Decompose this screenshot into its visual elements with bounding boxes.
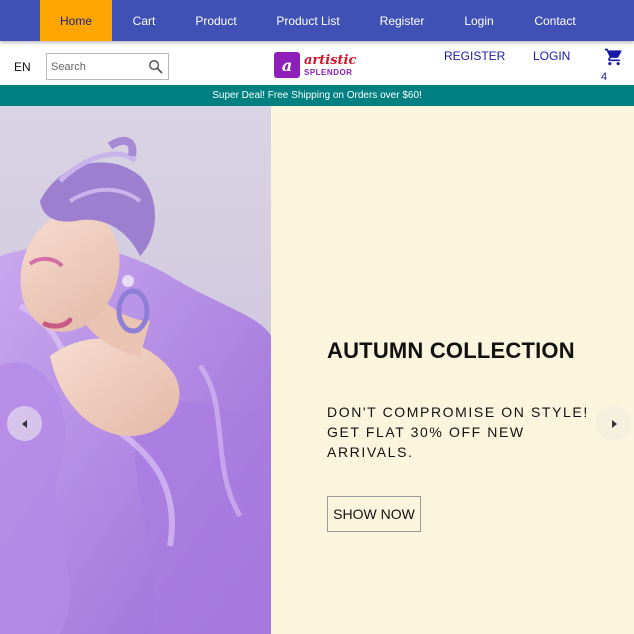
prev-slide-button[interactable] [7, 406, 42, 441]
login-link[interactable]: LOGIN [533, 49, 570, 63]
top-nav: Home Cart Product Product List Register … [0, 0, 634, 41]
nav-item-cart[interactable]: Cart [112, 0, 176, 41]
show-now-button[interactable]: SHOW NOW [327, 496, 421, 532]
search-icon[interactable] [148, 59, 163, 74]
announcement-bar: Super Deal! Free Shipping on Orders over… [0, 85, 634, 106]
register-link[interactable]: REGISTER [444, 49, 505, 63]
shopping-cart-icon[interactable] [604, 47, 624, 67]
arrow-left-icon [21, 419, 27, 428]
hero-image [0, 106, 271, 634]
nav-item-product[interactable]: Product [176, 0, 256, 41]
cart-count-badge: 4 [601, 71, 608, 83]
nav-item-register[interactable]: Register [360, 0, 444, 41]
search-input[interactable] [51, 55, 147, 78]
announcement-text: Super Deal! Free Shipping on Orders over… [212, 90, 422, 101]
nav-item-home[interactable]: Home [40, 0, 112, 41]
logo-line-2: SPLENDOR [304, 67, 353, 77]
search-box [46, 53, 169, 80]
logo-line-1: artistic [304, 52, 357, 68]
header-bar: EN a artistic SPLENDOR REGISTER LOGIN 4 [0, 41, 634, 84]
logo-mark: a [274, 52, 300, 78]
hero-slider: AUTUMN COLLECTION DON'T COMPROMISE ON ST… [0, 106, 634, 634]
nav-item-login[interactable]: Login [444, 0, 514, 41]
hero-title: AUTUMN COLLECTION [327, 338, 575, 363]
logo-text: artistic SPLENDOR [304, 54, 356, 77]
next-slide-button[interactable] [596, 406, 631, 441]
nav-item-contact[interactable]: Contact [514, 0, 596, 41]
brand-logo[interactable]: a artistic SPLENDOR [274, 51, 358, 79]
hero-description: DON'T COMPROMISE ON STYLE! GET FLAT 30% … [327, 404, 589, 460]
nav-item-product-list[interactable]: Product List [256, 0, 360, 41]
language-selector[interactable]: EN [14, 60, 31, 74]
arrow-right-icon [611, 419, 617, 428]
